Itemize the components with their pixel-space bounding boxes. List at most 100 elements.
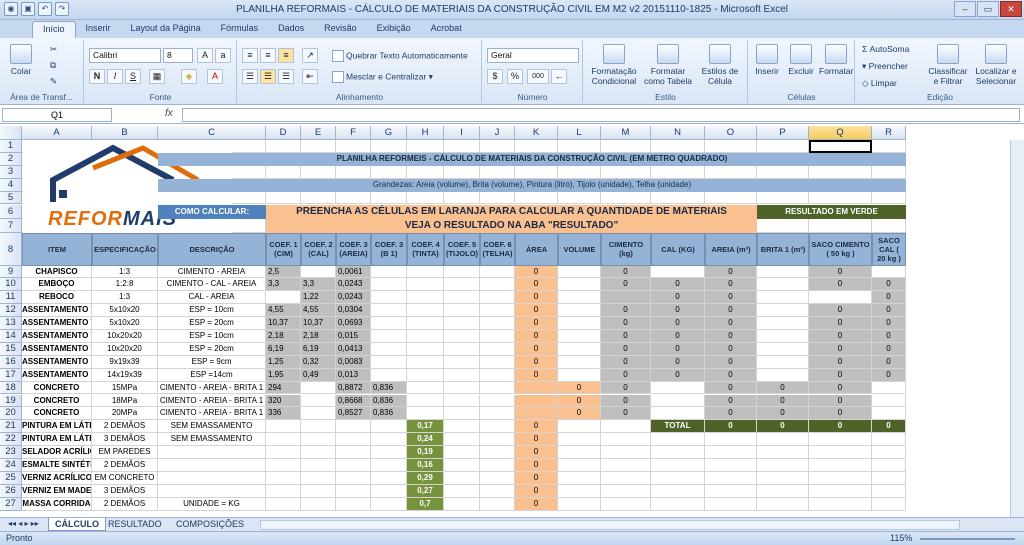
data-cell[interactable] [444,330,480,343]
data-cell[interactable]: 0,32 [301,355,336,369]
cell[interactable] [444,140,480,153]
merge-center-button[interactable]: Mesclar e Centralizar ▾ [332,71,433,83]
data-cell[interactable]: ESMALTE SINTÉTICO [22,459,92,472]
column-header[interactable]: R [872,126,906,140]
data-cell[interactable]: 0 [705,420,757,434]
data-cell[interactable]: UNIDADE = KG [158,497,266,511]
sheet-nav-icon[interactable]: ◂◂ ◂ ▸ ▸▸ [2,518,45,531]
data-cell[interactable] [651,471,705,485]
insert-cells-button[interactable]: Inserir [751,44,783,76]
row-header[interactable]: 21 [0,420,22,434]
data-cell[interactable] [872,265,906,279]
data-cell[interactable]: 18MPa [92,394,158,408]
data-cell[interactable] [480,459,515,472]
data-cell[interactable] [515,394,558,408]
bold-button[interactable]: N [89,69,105,84]
row-header[interactable]: 23 [0,446,22,459]
data-cell[interactable] [336,471,371,485]
data-cell[interactable] [407,317,444,330]
grow-font-icon[interactable]: A [197,48,213,63]
data-cell[interactable]: 0 [601,407,651,421]
data-cell[interactable]: 0,013 [336,368,371,382]
horizontal-scrollbar[interactable] [260,520,960,530]
data-cell[interactable]: 0 [809,330,872,343]
data-cell[interactable] [651,381,705,395]
data-cell[interactable] [757,471,809,485]
data-cell[interactable] [601,446,651,459]
data-cell[interactable]: 0 [705,317,757,330]
data-cell[interactable] [266,291,301,305]
data-cell[interactable]: ESP = 9cm [158,355,266,369]
cell[interactable] [601,165,651,179]
data-cell[interactable] [371,291,407,305]
data-cell[interactable] [371,317,407,330]
cell[interactable] [407,191,444,205]
column-header[interactable]: M [601,126,651,140]
data-cell[interactable] [371,355,407,369]
data-cell[interactable] [872,484,906,498]
data-cell[interactable]: 0 [515,420,558,434]
data-cell[interactable] [301,446,336,459]
data-cell[interactable] [757,484,809,498]
data-cell[interactable]: 1:3 [92,291,158,305]
data-cell[interactable]: 0 [515,278,558,292]
data-cell[interactable]: CIMENTO - AREIA - BRITA 1 [158,407,266,421]
data-cell[interactable]: 1,25 [266,355,301,369]
data-cell[interactable]: 320 [266,394,301,408]
data-cell[interactable]: PINTURA EM LÁTEX [22,420,92,434]
sheet-tab-calculo[interactable]: CÁLCULO [48,518,106,531]
data-cell[interactable] [444,394,480,408]
data-cell[interactable]: 0 [705,368,757,382]
data-cell[interactable] [558,484,601,498]
data-cell[interactable]: CIMENTO - AREIA [158,265,266,279]
italic-button[interactable]: I [107,69,123,84]
data-cell[interactable]: 0 [757,420,809,434]
data-cell[interactable]: 0,8527 [336,407,371,421]
data-cell[interactable]: 0 [651,355,705,369]
data-cell[interactable]: 0 [872,291,906,305]
data-cell[interactable] [558,278,601,292]
row-header[interactable]: 9 [0,265,22,279]
column-header[interactable]: B [92,126,158,140]
row-header[interactable]: 13 [0,317,22,330]
data-cell[interactable]: 0 [651,330,705,343]
data-cell[interactable] [266,420,301,434]
data-cell[interactable]: ESP = 10cm [158,304,266,318]
cell[interactable] [705,191,757,205]
data-cell[interactable] [480,342,515,356]
data-cell[interactable] [872,394,906,408]
borders-icon[interactable]: ▦ [149,69,165,84]
data-cell[interactable] [444,381,480,395]
autosum-button[interactable]: Σ AutoSoma [862,44,909,54]
align-bottom-icon[interactable]: ≡ [278,48,294,63]
data-cell[interactable]: ASSENTAMENTO BLOCO CONCRETO [22,368,92,382]
cell[interactable] [872,165,906,179]
tab-inicio[interactable]: Início [32,21,76,38]
align-left-icon[interactable]: ☰ [242,69,258,84]
data-cell[interactable]: 10x20x20 [92,330,158,343]
data-cell[interactable] [480,394,515,408]
data-cell[interactable]: 0 [809,265,872,279]
data-cell[interactable]: ASSENTAMENTO TIJOLO FURADO [22,330,92,343]
tab-exibicao[interactable]: Exibição [367,21,421,38]
data-cell[interactable] [705,484,757,498]
data-cell[interactable]: 1,22 [301,291,336,305]
column-header[interactable]: O [705,126,757,140]
data-cell[interactable] [407,342,444,356]
data-cell[interactable] [872,381,906,395]
data-cell[interactable] [301,381,336,395]
data-cell[interactable] [158,484,266,498]
data-cell[interactable]: CIMENTO - AREIA - BRITA 1 [158,394,266,408]
data-cell[interactable]: 3 DEMÃOS [92,433,158,447]
row-header[interactable]: 11 [0,291,22,305]
name-box[interactable]: Q1 [2,108,112,122]
data-cell[interactable]: 1:3 [92,265,158,279]
data-cell[interactable] [558,304,601,318]
cell[interactable] [809,165,872,179]
data-cell[interactable] [407,304,444,318]
data-cell[interactable] [444,459,480,472]
data-cell[interactable]: ESP = 20cm [158,342,266,356]
font-color-icon[interactable]: A [207,69,223,84]
data-cell[interactable] [444,265,480,279]
data-cell[interactable]: 0,8872 [336,381,371,395]
